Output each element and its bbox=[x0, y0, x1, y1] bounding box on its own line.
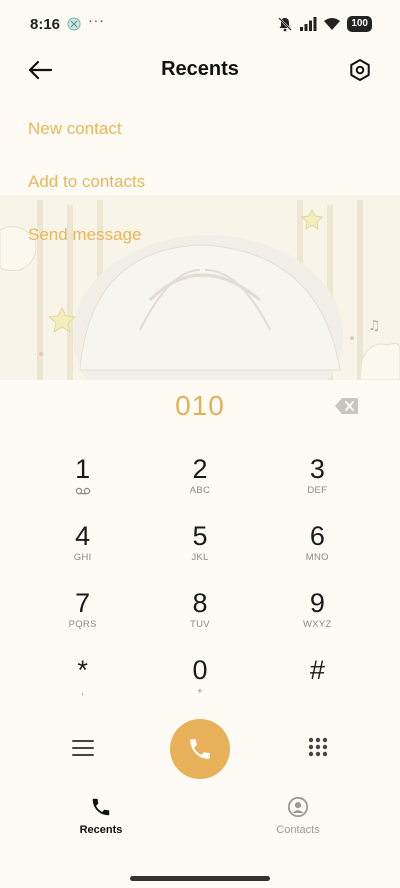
key-2[interactable]: 2 ABC bbox=[141, 440, 258, 507]
key-digit: 7 bbox=[75, 588, 91, 618]
key-letters: DEF bbox=[307, 485, 328, 496]
key-digit: 8 bbox=[192, 588, 208, 618]
app-notification-icon bbox=[67, 17, 81, 31]
number-display: 010 bbox=[0, 380, 400, 434]
key-letters: JKL bbox=[191, 552, 209, 563]
key-digit: 5 bbox=[192, 521, 208, 551]
key-digit: 6 bbox=[309, 521, 325, 551]
key-letters: + bbox=[197, 686, 203, 697]
person-circle-icon bbox=[287, 796, 309, 818]
battery-indicator: 100 bbox=[347, 16, 372, 32]
add-to-contacts-action[interactable]: Add to contacts bbox=[28, 165, 145, 218]
key-letters: , bbox=[81, 686, 85, 697]
signal-icon bbox=[300, 17, 317, 31]
key-digit: # bbox=[309, 655, 325, 685]
mute-icon bbox=[278, 17, 293, 32]
key-digit: * bbox=[77, 655, 88, 685]
key-8[interactable]: 8 TUV bbox=[141, 574, 258, 641]
svg-text:♫: ♫ bbox=[368, 318, 381, 334]
page-title: Recents bbox=[161, 58, 239, 80]
key-letters: ABC bbox=[189, 485, 211, 496]
dialer-actions: New contact Add to contacts Send message bbox=[28, 112, 145, 271]
phone-icon bbox=[92, 798, 110, 816]
hexagon-gear-icon bbox=[350, 59, 370, 81]
key-digit: 3 bbox=[309, 454, 325, 484]
call-button[interactable] bbox=[170, 719, 230, 779]
send-message-action[interactable]: Send message bbox=[28, 218, 145, 271]
status-time: 8:16 bbox=[30, 16, 61, 33]
key-0[interactable]: 0 + bbox=[141, 641, 258, 708]
status-indicators: 100 bbox=[277, 14, 372, 34]
key-star[interactable]: * , bbox=[24, 641, 141, 708]
menu-icon[interactable] bbox=[66, 734, 100, 762]
tab-contacts-label: Contacts bbox=[276, 824, 320, 836]
voicemail-icon bbox=[75, 487, 90, 495]
dialpad-icon[interactable] bbox=[302, 732, 334, 764]
key-letters: MNO bbox=[305, 552, 329, 563]
key-digit: 0 bbox=[192, 655, 208, 685]
key-letters: WXYZ bbox=[303, 619, 332, 630]
backspace-icon[interactable] bbox=[334, 396, 360, 416]
settings-button[interactable] bbox=[344, 54, 376, 86]
dialer-controls bbox=[0, 716, 400, 780]
bottom-navigation: Recents Contacts bbox=[0, 790, 400, 850]
key-digit: 4 bbox=[75, 521, 91, 551]
key-hash[interactable]: # bbox=[259, 641, 376, 708]
key-9[interactable]: 9 WXYZ bbox=[259, 574, 376, 641]
wifi-icon bbox=[324, 18, 341, 30]
phone-icon bbox=[190, 739, 210, 759]
key-letters: PQRS bbox=[68, 619, 97, 630]
key-digit: 1 bbox=[75, 454, 91, 484]
tab-contacts[interactable]: Contacts bbox=[248, 796, 348, 836]
home-indicator[interactable] bbox=[130, 876, 270, 881]
key-digit: 9 bbox=[309, 588, 325, 618]
key-1[interactable]: 1 bbox=[24, 440, 141, 507]
tab-recents[interactable]: Recents bbox=[51, 796, 151, 836]
tab-recents-label: Recents bbox=[79, 824, 123, 836]
key-5[interactable]: 5 JKL bbox=[141, 507, 258, 574]
app-header: Recents bbox=[0, 48, 400, 92]
key-6[interactable]: 6 MNO bbox=[259, 507, 376, 574]
key-7[interactable]: 7 PQRS bbox=[24, 574, 141, 641]
key-letters: TUV bbox=[190, 619, 210, 630]
key-digit: 2 bbox=[192, 454, 208, 484]
key-letters: GHI bbox=[73, 552, 92, 563]
more-notifications-icon: ··· bbox=[88, 12, 105, 28]
new-contact-action[interactable]: New contact bbox=[28, 112, 145, 165]
status-bar: 8:16 ··· 100 bbox=[0, 0, 400, 48]
dialer-screen: ♫ 8:16 ··· 100 Recents New contact Add t… bbox=[0, 0, 400, 888]
dial-keypad: 1 2 ABC 3 DEF 4 GHI 5 JKL 6 MNO 7 PQRS 8… bbox=[24, 440, 376, 708]
key-4[interactable]: 4 GHI bbox=[24, 507, 141, 574]
key-3[interactable]: 3 DEF bbox=[259, 440, 376, 507]
